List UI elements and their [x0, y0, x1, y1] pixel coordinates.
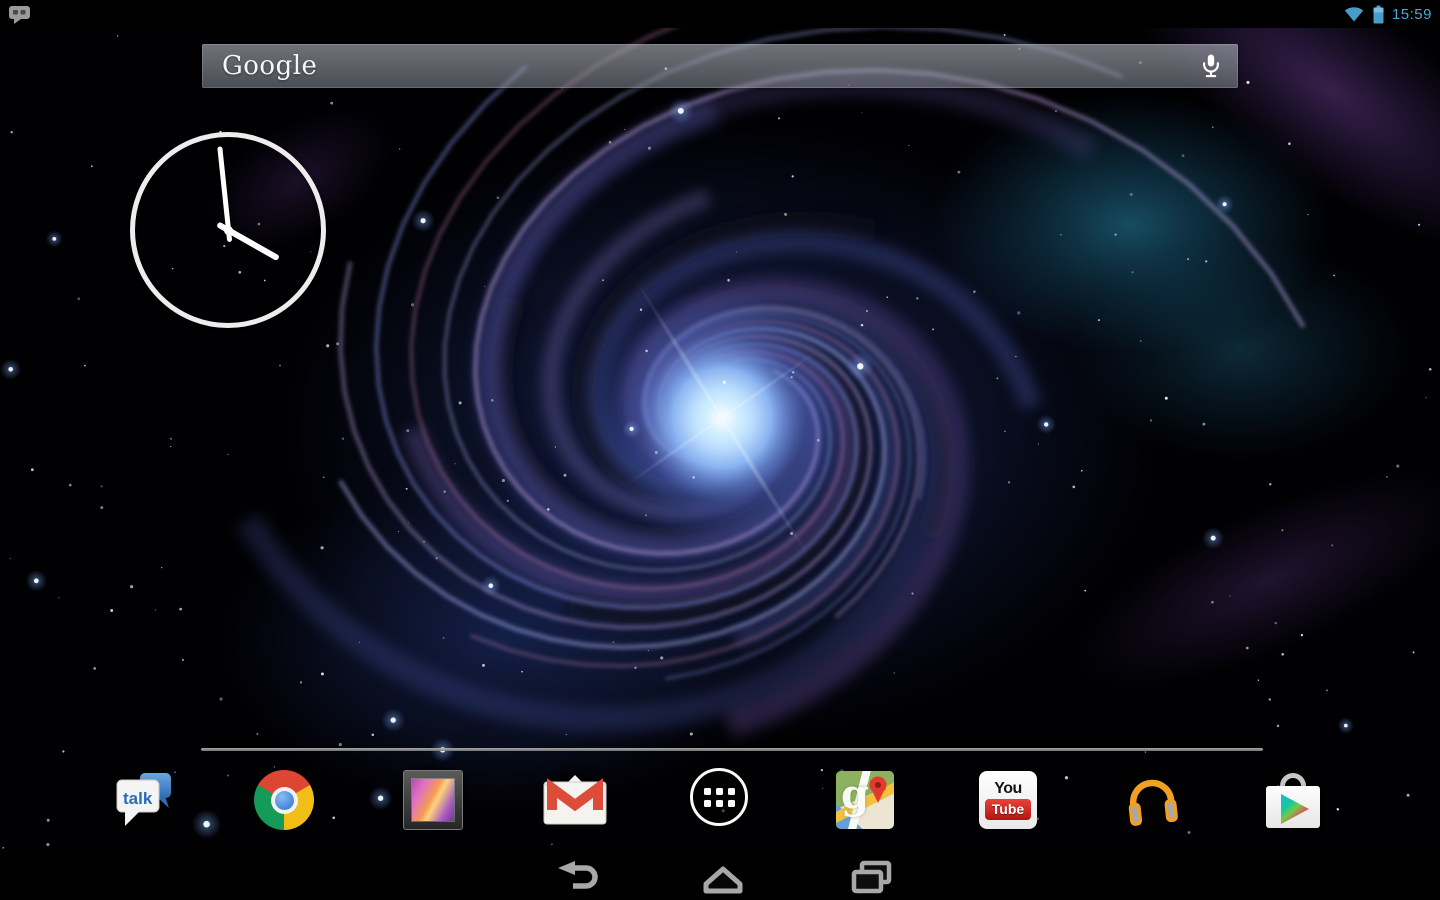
recents-button[interactable] [841, 859, 901, 895]
maps-icon: g [836, 771, 894, 829]
gallery-icon [403, 770, 463, 830]
status-time: 15:59 [1391, 5, 1432, 23]
youtube-icon: You Tube [979, 771, 1037, 829]
gmail-icon [543, 775, 607, 825]
talk-icon: talk [116, 773, 171, 826]
dock-app-talk[interactable]: talk [105, 760, 185, 840]
status-bar: 15:59 [0, 0, 1440, 28]
notification-area[interactable] [8, 4, 34, 25]
dock-app-play-music[interactable] [1112, 760, 1192, 840]
play-music-icon [1128, 779, 1178, 826]
maps-g-glyph: g [841, 771, 869, 818]
dock-divider [201, 748, 1263, 751]
system-status-area[interactable]: 15:59 [1343, 0, 1432, 28]
battery-icon [1373, 5, 1384, 23]
talk-icon-label: talk [123, 789, 153, 808]
play-store-icon [1260, 768, 1326, 832]
analog-clock-widget[interactable] [130, 132, 326, 328]
all-apps-icon [690, 768, 748, 826]
navigation-bar [0, 853, 1440, 900]
dock-app-maps[interactable]: g [825, 760, 905, 840]
clock-center-dot [223, 225, 233, 235]
wifi-icon [1344, 7, 1364, 22]
recents-icon [851, 860, 892, 894]
dock-app-youtube[interactable]: You Tube [968, 760, 1048, 840]
youtube-icon-text-bottom: Tube [985, 798, 1031, 820]
all-apps-button[interactable] [679, 757, 759, 837]
back-icon [558, 861, 598, 889]
voice-search-button[interactable] [1200, 53, 1222, 79]
home-button[interactable] [693, 859, 753, 895]
android-home-screen: 15:59 Google talk g You Tube [0, 0, 1440, 900]
dock-app-gmail[interactable] [535, 760, 615, 840]
dock-app-chrome[interactable] [244, 760, 324, 840]
chat-notification-icon [9, 6, 30, 24]
google-logo: Google [222, 51, 318, 81]
map-pin-icon [869, 776, 887, 803]
google-search-bar[interactable]: Google [202, 44, 1238, 88]
dock-app-gallery[interactable] [393, 760, 473, 840]
microphone-icon [1203, 54, 1219, 78]
dock-app-play-store[interactable] [1253, 760, 1333, 840]
chrome-icon [254, 770, 314, 830]
back-button[interactable] [547, 859, 607, 895]
home-icon [703, 866, 743, 894]
youtube-icon-text-top: You [994, 779, 1022, 797]
